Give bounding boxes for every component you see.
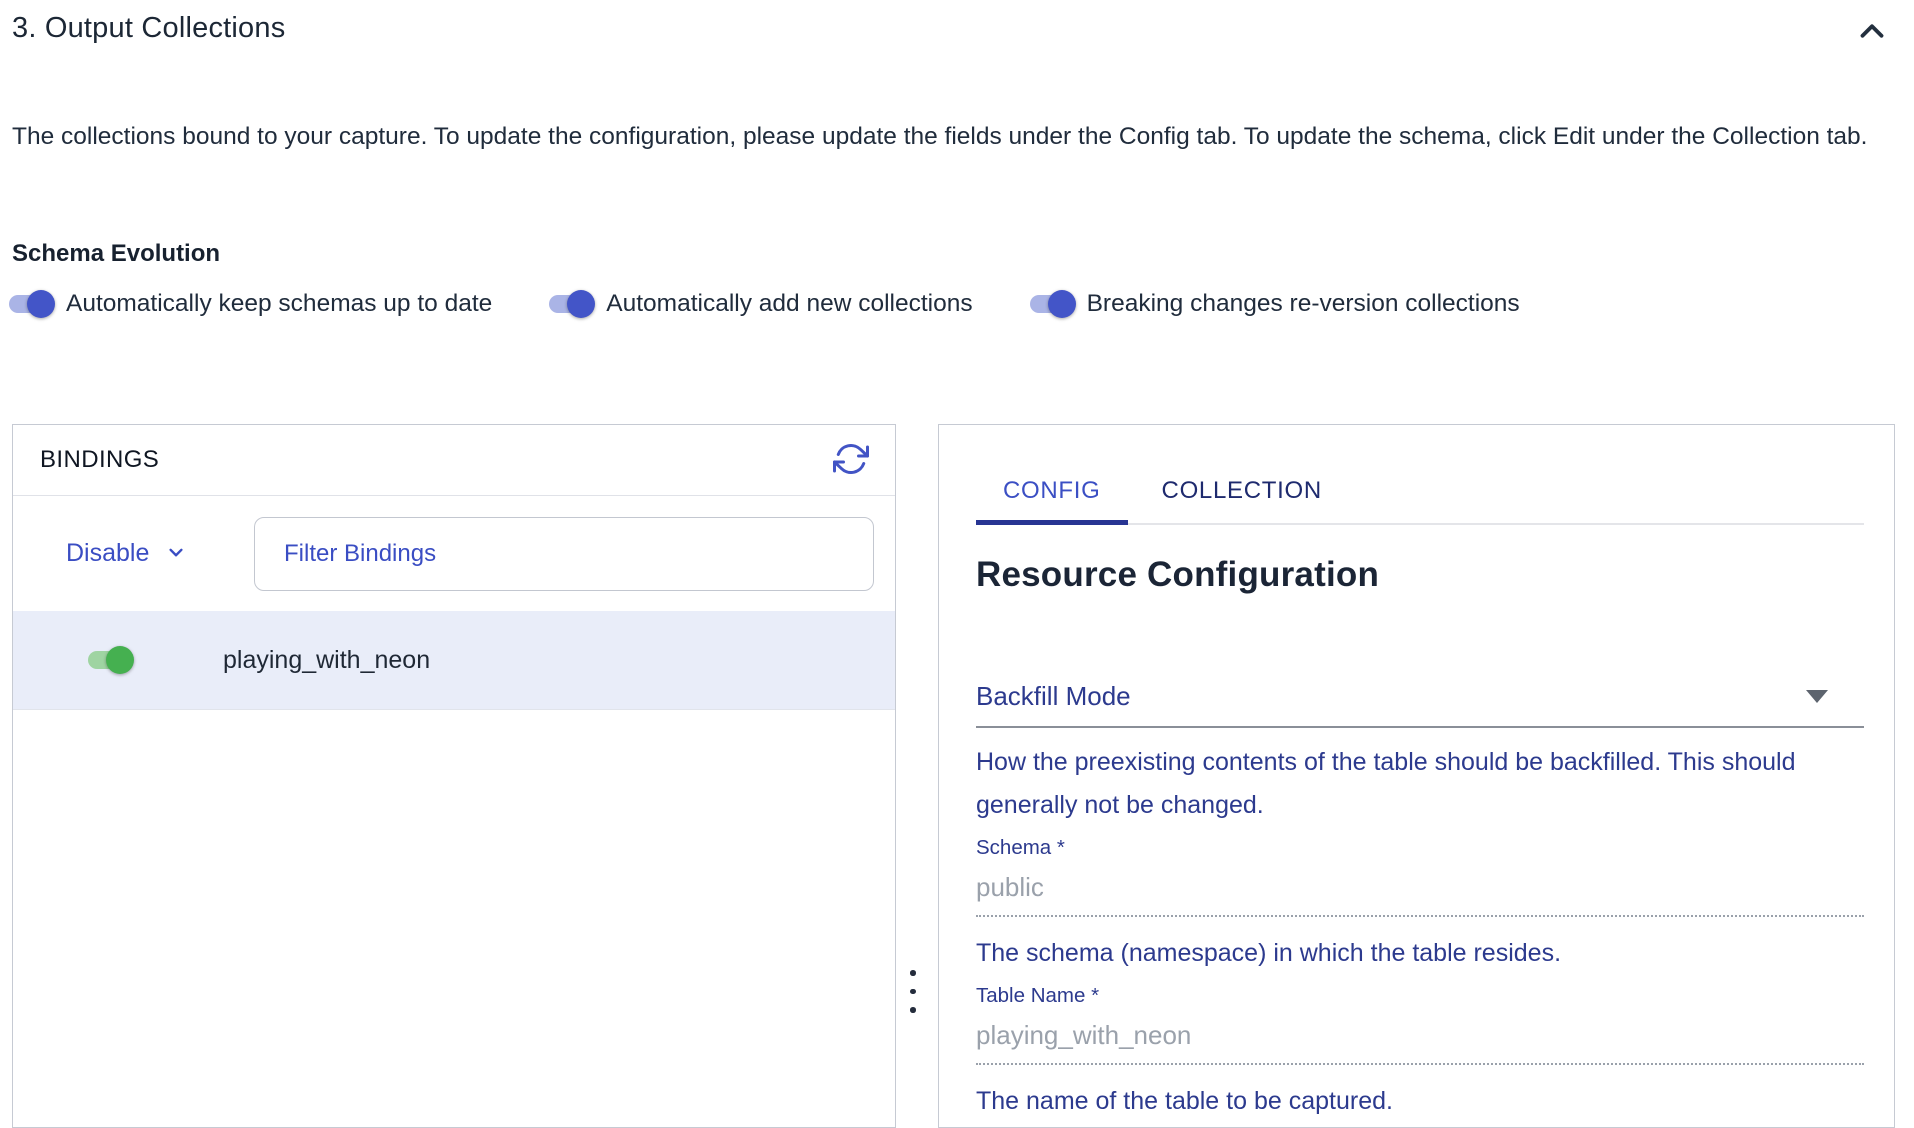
bindings-filter-row: Disable <box>13 496 895 611</box>
resource-configuration-heading: Resource Configuration <box>976 555 1864 595</box>
table-name-label: Table Name * <box>976 984 1864 1008</box>
bindings-panel-header: BINDINGS <box>13 425 895 496</box>
schema-field: Schema * public The schema (namespace) i… <box>976 836 1864 975</box>
binding-detail-panel: CONFIG COLLECTION Resource Configuration… <box>938 424 1895 1128</box>
chevron-up-icon <box>1853 12 1891 53</box>
toggle-add-collections: Automatically add new collections <box>546 288 972 320</box>
page-title: 3. Output Collections <box>12 12 285 45</box>
binding-enabled-switch[interactable] <box>85 644 135 676</box>
triangle-down-icon <box>1806 690 1828 703</box>
collapse-section-button[interactable] <box>1850 10 1894 54</box>
select-underline <box>976 726 1864 728</box>
schema-field-value: public <box>976 872 1864 903</box>
refresh-bindings-button[interactable] <box>831 439 871 482</box>
backfill-mode-label: Backfill Mode <box>976 681 1131 712</box>
toggle-breaking-changes: Breaking changes re-version collections <box>1027 288 1520 320</box>
schema-evolution-toggles: Automatically keep schemas up to date Au… <box>6 288 1574 320</box>
keep-schemas-switch[interactable] <box>6 288 56 320</box>
toggle-label: Breaking changes re-version collections <box>1087 290 1520 318</box>
vertical-dots-icon <box>910 970 916 1013</box>
backfill-mode-select[interactable]: Backfill Mode <box>976 681 1864 712</box>
filter-bindings-input[interactable] <box>254 517 874 591</box>
add-collections-switch[interactable] <box>546 288 596 320</box>
binding-name: playing_with_neon <box>223 646 430 675</box>
tab-collection[interactable]: COLLECTION <box>1128 459 1356 523</box>
disabled-input-underline <box>976 915 1864 917</box>
output-collections-section: 3. Output Collections The collections bo… <box>0 0 1914 1128</box>
panel-resize-handle[interactable] <box>901 970 925 1013</box>
detail-tabs: CONFIG COLLECTION <box>976 459 1864 525</box>
binding-row[interactable]: playing_with_neon <box>13 611 895 710</box>
breaking-changes-switch[interactable] <box>1027 288 1077 320</box>
disabled-input-underline <box>976 1063 1864 1065</box>
schema-field-helper: The schema (namespace) in which the tabl… <box>976 932 1864 975</box>
table-name-helper: The name of the table to be captured. <box>976 1080 1864 1123</box>
tab-config[interactable]: CONFIG <box>976 459 1128 523</box>
disable-action-select[interactable]: Disable <box>66 535 189 572</box>
table-name-value: playing_with_neon <box>976 1020 1864 1051</box>
chevron-down-icon <box>149 535 189 572</box>
bindings-title: BINDINGS <box>40 446 159 474</box>
table-name-field: Table Name * playing_with_neon The name … <box>976 984 1864 1123</box>
refresh-icon <box>833 441 869 480</box>
backfill-mode-field: Backfill Mode How the preexisting conten… <box>976 681 1864 827</box>
bindings-panel: BINDINGS Disable playing_with_neon <box>12 424 896 1128</box>
disable-action-label: Disable <box>66 539 149 568</box>
backfill-mode-helper: How the preexisting contents of the tabl… <box>976 741 1864 827</box>
schema-evolution-heading: Schema Evolution <box>12 240 220 268</box>
toggle-label: Automatically keep schemas up to date <box>66 290 492 318</box>
toggle-keep-schemas: Automatically keep schemas up to date <box>6 288 492 320</box>
schema-field-label: Schema * <box>976 836 1864 860</box>
toggle-label: Automatically add new collections <box>606 290 972 318</box>
section-description: The collections bound to your capture. T… <box>12 116 1868 158</box>
